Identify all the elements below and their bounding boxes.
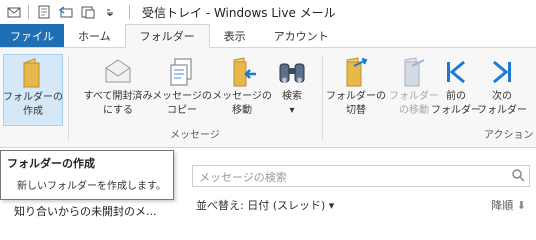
new-folder-button[interactable]: フォルダーの 作成 <box>3 54 63 126</box>
window-title: 受信トレイ - Windows Live メール <box>142 5 336 20</box>
copy-message-button[interactable]: メッセージの コピー <box>152 54 212 126</box>
sort-by-dropdown[interactable]: 並べ替え: 日付 (スレッド) ▾ <box>196 197 334 213</box>
copy-message-label-2: コピー <box>167 105 197 116</box>
title-separator <box>28 5 29 19</box>
next-folder-button[interactable]: 次の フォルダー <box>477 54 527 126</box>
ribbon: フォルダーの 作成 すべて開封済み にする メッセージの コピー メッセージの … <box>0 48 536 148</box>
folder-list-item[interactable]: 知り合いからの未開封のメ... <box>14 203 174 223</box>
app-icon <box>6 4 22 20</box>
copy-message-icon <box>166 56 198 88</box>
switch-folder-label-2: 切替 <box>346 105 366 116</box>
search-button[interactable]: 検索 ▾ <box>266 54 318 126</box>
next-folder-label-1: 次の <box>492 91 512 102</box>
new-message-quick-icon[interactable] <box>35 3 53 21</box>
previous-folder-label-2: フォルダー <box>431 105 481 116</box>
next-folder-label-2: フォルダー <box>477 105 527 116</box>
group-separator <box>68 56 69 140</box>
search-dropdown-arrow: ▾ <box>289 105 295 116</box>
move-folder-icon <box>398 56 430 88</box>
sort-order-label: 降順 <box>491 199 514 212</box>
arrow-down-icon: ⬇ <box>516 199 526 212</box>
previous-folder-button[interactable]: 前の フォルダー <box>431 54 481 126</box>
search-input[interactable]: メッセージの検索 <box>192 165 530 187</box>
move-message-label-2: 移動 <box>232 105 252 116</box>
previous-folder-icon <box>440 56 472 88</box>
sort-bar: 並べ替え: 日付 (スレッド) ▾ 降順 ⬇ <box>192 195 530 215</box>
mark-all-read-button[interactable]: すべて開封済み にする <box>82 54 154 126</box>
tooltip-title: フォルダーの作成 <box>7 157 95 170</box>
ribbon-tabs: ファイル ホーム フォルダー 表示 アカウント <box>0 24 536 48</box>
group-label-message: メッセージ <box>170 130 220 141</box>
chevron-down-icon: ▾ <box>328 199 335 212</box>
switch-folder-label-1: フォルダーの <box>326 91 386 102</box>
switch-folder-icon <box>340 56 372 88</box>
new-folder-label-1: フォルダーの <box>3 92 63 103</box>
move-message-button[interactable]: メッセージの 移動 <box>212 54 272 126</box>
mark-all-read-label-2: にする <box>102 105 134 116</box>
move-message-label-1: メッセージの <box>212 91 272 102</box>
switch-folder-button[interactable]: フォルダーの 切替 <box>326 54 386 126</box>
move-folder-label-2: の移動 <box>399 105 429 116</box>
title-bar: 受信トレイ - Windows Live メール <box>0 0 536 24</box>
tooltip: フォルダーの作成 新しいフォルダーを作成します。 <box>0 150 174 200</box>
new-folder-icon <box>17 57 49 89</box>
sort-by-label: 並べ替え: 日付 (スレッド) <box>196 199 326 212</box>
next-folder-icon <box>486 56 518 88</box>
copy-message-label-1: メッセージの <box>152 91 212 102</box>
move-message-icon <box>226 56 258 88</box>
tab-file[interactable]: ファイル <box>0 24 64 47</box>
tab-view[interactable]: 表示 <box>210 24 260 47</box>
reply-quick-icon[interactable] <box>57 3 75 21</box>
tooltip-description: 新しいフォルダーを作成します。 <box>17 181 166 192</box>
title-separator <box>129 5 130 19</box>
new-folder-label-2: 作成 <box>23 106 43 117</box>
mark-all-read-icon <box>102 56 134 88</box>
group-label-action: アクション <box>484 130 534 141</box>
group-separator <box>322 56 323 140</box>
tab-account[interactable]: アカウント <box>260 24 343 47</box>
customize-quick-access-icon[interactable] <box>101 3 119 21</box>
search-placeholder: メッセージの検索 <box>199 171 287 184</box>
tab-home[interactable]: ホーム <box>64 24 125 47</box>
tab-folder[interactable]: フォルダー <box>124 24 210 48</box>
sync-quick-icon[interactable] <box>79 3 97 21</box>
sort-order-toggle[interactable]: 降順 ⬇ <box>491 197 526 213</box>
search-button-label: 検索 <box>282 91 302 102</box>
previous-folder-label-1: 前の <box>446 91 466 102</box>
search-icon[interactable] <box>511 168 525 185</box>
mark-all-read-label-1: すべて開封済み <box>83 91 153 102</box>
binoculars-icon <box>276 56 308 88</box>
